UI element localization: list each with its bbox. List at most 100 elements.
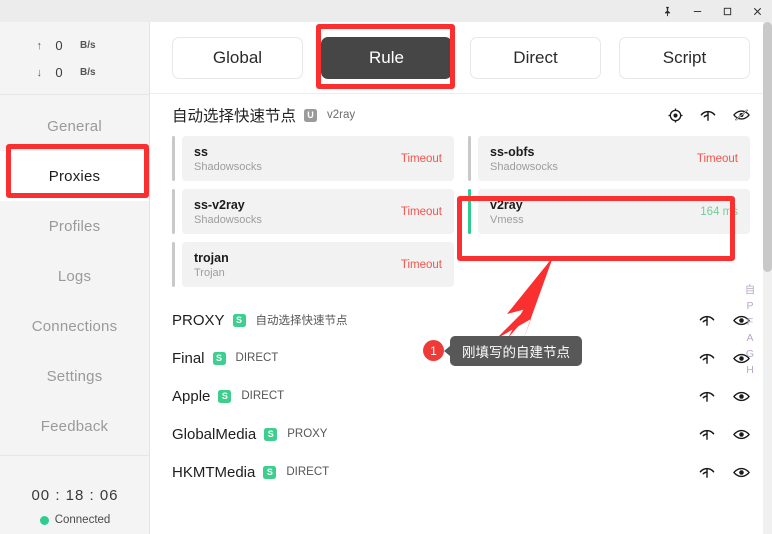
tab-label: Global — [212, 47, 263, 67]
policy-row-globalmedia[interactable]: GlobalMedia S PROXY — [172, 415, 750, 453]
upload-speed-row: ↑ 0 B/s — [0, 32, 149, 59]
sidebar-item-connections[interactable]: Connections — [0, 301, 149, 351]
node-type: Trojan — [194, 266, 225, 279]
node-type: Shadowsocks — [490, 160, 558, 173]
index-item[interactable]: G — [746, 348, 754, 361]
sidebar-item-profiles[interactable]: Profiles — [0, 201, 149, 251]
eye-icon[interactable] — [733, 428, 750, 441]
sidebar-item-label: General — [47, 117, 102, 135]
sidebar-item-label: Proxies — [48, 167, 101, 185]
policy-name: GlobalMedia — [172, 425, 257, 443]
node-latency: 164 ms — [700, 205, 738, 218]
policy-selected: 自动选择快速节点 — [255, 315, 348, 327]
speedtest-icon[interactable] — [699, 427, 715, 442]
target-icon[interactable] — [668, 107, 683, 123]
node-latency: Timeout — [400, 258, 442, 271]
mode-tabbar: Global Rule Direct Script — [150, 22, 772, 94]
minimize-icon[interactable] — [682, 0, 712, 22]
speedtest-icon[interactable] — [700, 108, 716, 123]
proxy-policy-list: PROXY S 自动选择快速节点 Final S DIRECT Apple S … — [150, 287, 772, 491]
upload-arrow-icon: ↑ — [36, 39, 43, 52]
tab-label: Direct — [513, 47, 558, 67]
download-speed-value: 0 — [55, 65, 63, 80]
policy-name: HKMTMedia — [172, 463, 256, 481]
eye-off-icon[interactable] — [733, 108, 750, 122]
policy-selected: DIRECT — [241, 390, 285, 402]
node-latency: Timeout — [696, 152, 738, 165]
alphabet-index-rail[interactable]: 自 P F A G H — [742, 284, 758, 377]
sidebar-item-proxies[interactable]: Proxies — [0, 151, 149, 201]
upload-speed-value: 0 — [55, 38, 63, 53]
policy-row-apple[interactable]: Apple S DIRECT — [172, 377, 750, 415]
index-item[interactable]: 自 — [745, 284, 756, 297]
index-item[interactable]: H — [746, 364, 754, 377]
sidebar-footer: 00 : 18 : 06 Connected — [0, 487, 150, 526]
proxy-node-grid: ss Shadowsocks Timeout ss-obfs Shadowsoc… — [150, 136, 772, 287]
speedtest-icon[interactable] — [699, 351, 715, 366]
status-dot-icon — [39, 515, 49, 525]
node-type: Shadowsocks — [194, 213, 262, 226]
scrollbar-thumb[interactable] — [763, 22, 772, 272]
speedtest-icon[interactable] — [699, 313, 715, 328]
proxy-node-card[interactable]: trojan Trojan Timeout — [172, 242, 454, 287]
proxy-node-card[interactable]: ss Shadowsocks Timeout — [172, 136, 454, 181]
download-speed-row: ↓ 0 B/s — [0, 59, 149, 86]
node-status-bar — [172, 189, 175, 234]
sidebar-divider — [0, 455, 150, 456]
policy-row-proxy[interactable]: PROXY S 自动选择快速节点 — [172, 301, 750, 339]
sidebar-item-label: Profiles — [48, 217, 101, 235]
selector-badge: S — [232, 313, 246, 327]
sidebar-item-label: Settings — [46, 367, 103, 385]
sidebar-item-logs[interactable]: Logs — [0, 251, 149, 301]
policy-selected: DIRECT — [286, 466, 330, 478]
eye-icon[interactable] — [733, 390, 750, 403]
node-latency: Timeout — [400, 205, 442, 218]
sidebar-item-general[interactable]: General — [0, 101, 149, 151]
node-name: ss-v2ray — [194, 197, 245, 212]
speed-meter: ↑ 0 B/s ↓ 0 B/s — [0, 22, 149, 95]
policy-selected: PROXY — [287, 428, 328, 440]
connection-status: Connected — [0, 514, 150, 526]
proxy-node-card[interactable]: ss-v2ray Shadowsocks Timeout — [172, 189, 454, 234]
proxy-group-title: 自动选择快速节点 — [172, 108, 297, 125]
sidebar: ↑ 0 B/s ↓ 0 B/s General Proxies Profiles… — [0, 22, 150, 534]
tab-script[interactable]: Script — [619, 36, 750, 79]
status-badge: Connected — [54, 514, 111, 526]
pin-icon[interactable] — [652, 0, 682, 22]
selector-badge: S — [212, 351, 226, 365]
download-speed-unit: B/s — [80, 67, 96, 78]
policy-actions — [699, 465, 750, 480]
sidebar-item-settings[interactable]: Settings — [0, 351, 149, 401]
index-item[interactable]: P — [746, 300, 753, 313]
annotation-step-number: 1 — [423, 340, 444, 361]
maximize-icon[interactable] — [712, 0, 742, 22]
speedtest-icon[interactable] — [699, 389, 715, 404]
node-name: ss-obfs — [490, 144, 535, 159]
index-item[interactable]: F — [747, 316, 753, 329]
index-item[interactable]: A — [746, 332, 753, 345]
download-arrow-icon: ↓ — [36, 66, 43, 79]
tab-direct[interactable]: Direct — [470, 36, 601, 79]
sidebar-item-feedback[interactable]: Feedback — [0, 401, 149, 451]
selector-badge: S — [263, 465, 277, 479]
sidebar-item-label: Feedback — [40, 417, 109, 435]
close-icon[interactable] — [742, 0, 772, 22]
policy-name: Final — [172, 349, 205, 367]
node-status-bar — [172, 136, 175, 181]
tab-global[interactable]: Global — [172, 36, 303, 79]
tab-rule[interactable]: Rule — [321, 36, 452, 79]
selector-badge: S — [218, 389, 232, 403]
eye-icon[interactable] — [733, 466, 750, 479]
policy-row-hkmtmedia[interactable]: HKMTMedia S DIRECT — [172, 453, 750, 491]
proxy-node-card-selected[interactable]: v2ray Vmess 164 ms — [468, 189, 750, 234]
title-bar — [0, 0, 772, 22]
node-type: Shadowsocks — [194, 160, 262, 173]
proxy-group-actions — [668, 107, 750, 123]
node-name: ss — [194, 144, 208, 159]
tab-label: Rule — [369, 47, 404, 67]
speedtest-icon[interactable] — [699, 465, 715, 480]
proxy-node-card[interactable]: ss-obfs Shadowsocks Timeout — [468, 136, 750, 181]
policy-name: PROXY — [172, 311, 225, 329]
policy-name: Apple — [172, 387, 211, 405]
vertical-scrollbar[interactable] — [763, 22, 772, 534]
